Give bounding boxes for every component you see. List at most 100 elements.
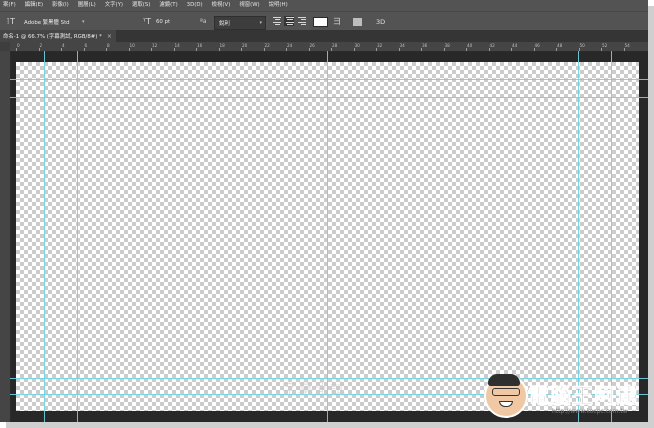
ruler-tick xyxy=(196,48,197,51)
ruler-tick xyxy=(286,48,287,51)
menu-filter[interactable]: 濾鏡(T) xyxy=(159,0,177,11)
guide-horizontal[interactable] xyxy=(10,97,648,98)
close-icon[interactable]: × xyxy=(107,33,112,40)
ruler-tick-label: 18 xyxy=(219,43,225,48)
font-size-select[interactable]: 60 pt xyxy=(156,12,196,31)
ruler-tick-label: 48 xyxy=(557,43,563,48)
menu-file[interactable]: 案(F) xyxy=(3,0,16,11)
options-bar: ⊺T Adobe 繁黑體 Std ▾ ᵀT 60 pt ªa 銳利 ▾ ⺕ 3D xyxy=(0,11,648,32)
watermark-logo: 電腦王阿達 http://www.kocpc.com.tw xyxy=(484,372,644,422)
ruler-tick xyxy=(173,48,175,51)
menu-3d[interactable]: 3D(D) xyxy=(187,0,203,11)
ruler-tick xyxy=(308,48,310,51)
mascot-hair xyxy=(488,374,520,386)
guide-vertical[interactable] xyxy=(611,51,612,422)
antialias-select[interactable]: 銳利 ▾ xyxy=(214,15,266,30)
document-tab-bar: 命名-1 @ 66.7% (字幕測試, RGB/8#) * × xyxy=(0,30,648,42)
watermark-url: http://www.kocpc.com.tw xyxy=(552,408,628,415)
ruler-tick-label: 22 xyxy=(264,43,270,48)
menu-help[interactable]: 說明(H) xyxy=(269,0,288,11)
ruler-tick-label: 2 xyxy=(39,43,43,48)
ruler-tick xyxy=(16,48,17,51)
menu-select[interactable]: 選取(S) xyxy=(132,0,150,11)
3d-button[interactable]: 3D xyxy=(376,12,385,31)
ruler-tick-label: 46 xyxy=(534,43,540,48)
align-left-button[interactable] xyxy=(272,16,282,26)
ruler-tick xyxy=(466,48,467,51)
ruler-tick-label: 12 xyxy=(152,43,158,48)
text-color-swatch[interactable] xyxy=(313,17,328,27)
watermark-brand: 電腦王阿達 xyxy=(528,384,638,409)
ruler-tick xyxy=(241,48,242,51)
guide-horizontal[interactable] xyxy=(10,79,648,80)
font-size-value: 60 pt xyxy=(156,18,171,25)
font-family-value: Adobe 繁黑體 Std xyxy=(24,19,70,26)
ruler-tick xyxy=(601,48,602,51)
ruler-tick xyxy=(376,48,377,51)
ruler-tick-label: 4 xyxy=(62,43,65,48)
horizontal-ruler[interactable]: 0 2 4 6 8 10 12 14 16 18 20 22 24 26 28 30 32 34 36 38 40 42 4… xyxy=(10,42,648,52)
ruler-tick-label: 20 xyxy=(242,43,248,48)
vertical-ruler[interactable] xyxy=(0,51,11,422)
ruler-tick xyxy=(38,48,40,51)
ruler-tick-label: 40 xyxy=(467,43,473,48)
ruler-tick xyxy=(488,48,490,51)
ruler-tick xyxy=(623,48,625,51)
ruler-tick xyxy=(556,48,557,51)
ruler-tick-label: 14 xyxy=(174,43,180,48)
menu-type[interactable]: 文字(Y) xyxy=(105,0,123,11)
ruler-tick xyxy=(218,48,220,51)
ruler-tick-label: 36 xyxy=(422,43,428,48)
document-tab[interactable]: 命名-1 @ 66.7% (字幕測試, RGB/8#) * × xyxy=(0,30,116,42)
type-tool-icon[interactable]: ⊺T xyxy=(6,12,15,31)
ruler-tick xyxy=(331,48,332,51)
font-size-icon: ᵀT xyxy=(143,17,151,26)
document-tab-title: 命名-1 @ 66.7% (字幕測試, RGB/8#) * xyxy=(3,34,102,40)
ruler-tick-label: 50 xyxy=(579,43,585,48)
photoshop-window: 案(F) 編輯(E) 影像(I) 圖層(L) 文字(Y) 選取(S) 濾鏡(T)… xyxy=(0,0,648,422)
ruler-tick-label: 10 xyxy=(129,43,135,48)
guide-vertical[interactable] xyxy=(77,51,78,422)
antialias-icon: ªa xyxy=(200,18,207,25)
ruler-tick xyxy=(533,48,535,51)
guide-vertical[interactable] xyxy=(327,51,328,422)
character-panel-icon[interactable] xyxy=(353,17,362,26)
ruler-tick-label: 54 xyxy=(624,43,630,48)
ruler-tick-label: 0 xyxy=(17,43,20,48)
menu-view[interactable]: 檢視(V) xyxy=(212,0,231,11)
ruler-tick-label: 52 xyxy=(602,43,608,48)
subtitle-text-layer[interactable]: 字幕測試 xyxy=(282,378,346,399)
ruler-tick xyxy=(263,48,265,51)
ruler-tick xyxy=(128,48,130,51)
ruler-tick-label: 30 xyxy=(354,43,360,48)
warp-text-icon[interactable]: ⺕ xyxy=(333,12,341,31)
ruler-tick xyxy=(61,48,62,51)
ruler-tick-label: 34 xyxy=(399,43,405,48)
align-right-button[interactable] xyxy=(296,16,306,26)
ruler-tick xyxy=(83,48,85,51)
chevron-down-icon: ▾ xyxy=(259,19,262,26)
ruler-corner xyxy=(0,42,10,51)
menu-layer[interactable]: 圖層(L) xyxy=(78,0,96,11)
align-center-button[interactable] xyxy=(284,16,294,26)
ruler-tick xyxy=(151,48,152,51)
chevron-down-icon: ▾ xyxy=(82,18,85,25)
ruler-tick-label: 26 xyxy=(309,43,315,48)
guide-vertical[interactable] xyxy=(44,51,45,422)
ruler-tick-label: 24 xyxy=(287,43,293,48)
ruler-tick-label: 42 xyxy=(489,43,495,48)
menu-window[interactable]: 視窗(W) xyxy=(239,0,259,11)
ruler-tick-label: 32 xyxy=(377,43,383,48)
menu-edit[interactable]: 編輯(E) xyxy=(25,0,43,11)
menu-image[interactable]: 影像(I) xyxy=(52,0,69,11)
ruler-tick-label: 8 xyxy=(107,43,110,48)
ruler-tick-label: 28 xyxy=(332,43,338,48)
ruler-tick-label: 44 xyxy=(512,43,518,48)
guide-vertical[interactable] xyxy=(578,51,579,422)
ruler-tick-label: 16 xyxy=(197,43,203,48)
mascot-glasses xyxy=(492,388,520,396)
menu-bar: 案(F) 編輯(E) 影像(I) 圖層(L) 文字(Y) 選取(S) 濾鏡(T)… xyxy=(0,0,648,11)
antialias-value: 銳利 xyxy=(219,20,230,27)
ruler-tick xyxy=(511,48,512,51)
font-style-select[interactable]: ▾ xyxy=(82,12,102,31)
